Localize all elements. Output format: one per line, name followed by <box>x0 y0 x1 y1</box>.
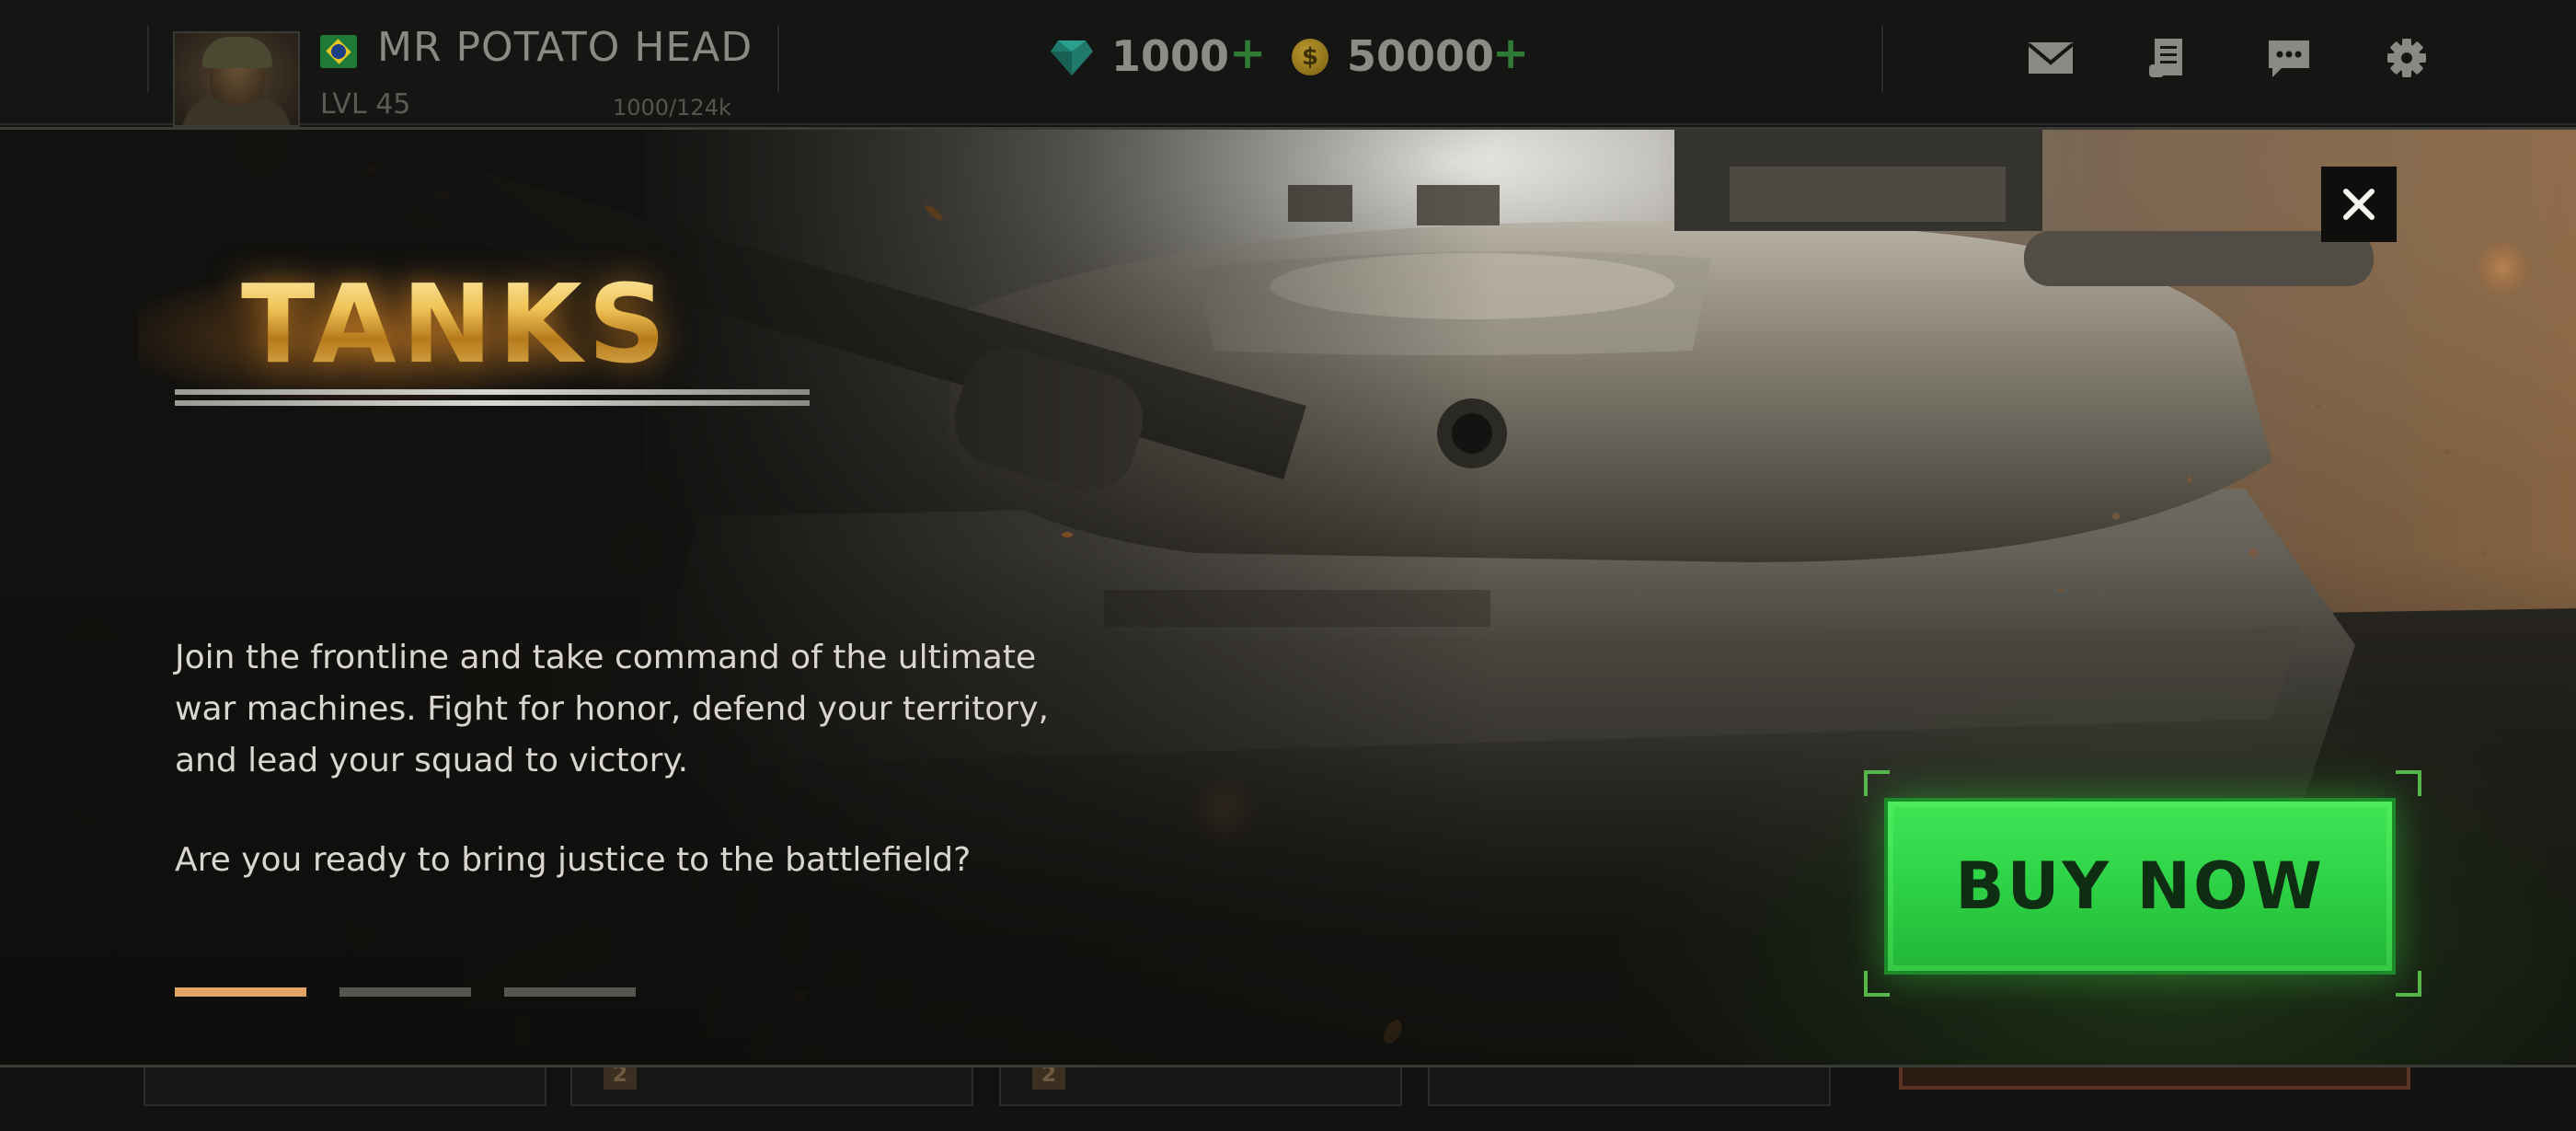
coin-icon: $ <box>1292 39 1328 75</box>
player-level: LVL 45 <box>320 88 411 121</box>
frame-corner <box>2396 971 2421 997</box>
chat-icon[interactable] <box>2265 37 2313 79</box>
brazil-flag-icon <box>320 35 357 68</box>
player-name: MR POTATO HEAD <box>377 24 753 71</box>
gear-icon[interactable] <box>2383 37 2431 79</box>
frame-corner <box>2396 770 2421 796</box>
pagination-dot-1[interactable] <box>175 987 306 997</box>
pagination-dot-3[interactable] <box>504 987 636 997</box>
avatar[interactable] <box>173 31 300 127</box>
player-xp: 1000/124k <box>613 95 731 121</box>
buy-now-button[interactable]: BUY NOW <box>1884 798 2396 975</box>
top-bar-divider <box>1881 26 1883 92</box>
avatar-helmet <box>202 37 272 68</box>
scroll-icon[interactable] <box>2145 37 2193 79</box>
frame-corner <box>1864 971 1890 997</box>
promo-description: Join the frontline and take command of t… <box>175 639 1049 779</box>
gem-icon <box>1051 40 1093 75</box>
close-button[interactable] <box>2321 167 2397 242</box>
promo-question: Are you ready to bring justice to the ba… <box>175 841 972 879</box>
close-icon <box>2343 189 2375 220</box>
title-underline <box>175 389 810 395</box>
top-bar-divider <box>147 26 149 92</box>
pagination-dot-2[interactable] <box>339 987 471 997</box>
mail-icon[interactable] <box>2027 37 2075 79</box>
gem-count: 1000 <box>1111 31 1230 81</box>
top-bar: MR POTATO HEAD LVL 45 1000/124k 1000 + $… <box>0 0 2576 127</box>
coin-count: 50000 <box>1347 31 1495 81</box>
add-coins-button[interactable]: + <box>1492 28 1529 79</box>
title-underline <box>175 400 810 406</box>
top-bar-divider <box>777 26 779 92</box>
promo-title: TANKS <box>241 260 672 387</box>
frame-corner <box>1864 770 1890 796</box>
add-gems-button[interactable]: + <box>1229 28 1266 79</box>
promo-banner: TANKS Join the frontline and take comman… <box>0 127 2576 1068</box>
